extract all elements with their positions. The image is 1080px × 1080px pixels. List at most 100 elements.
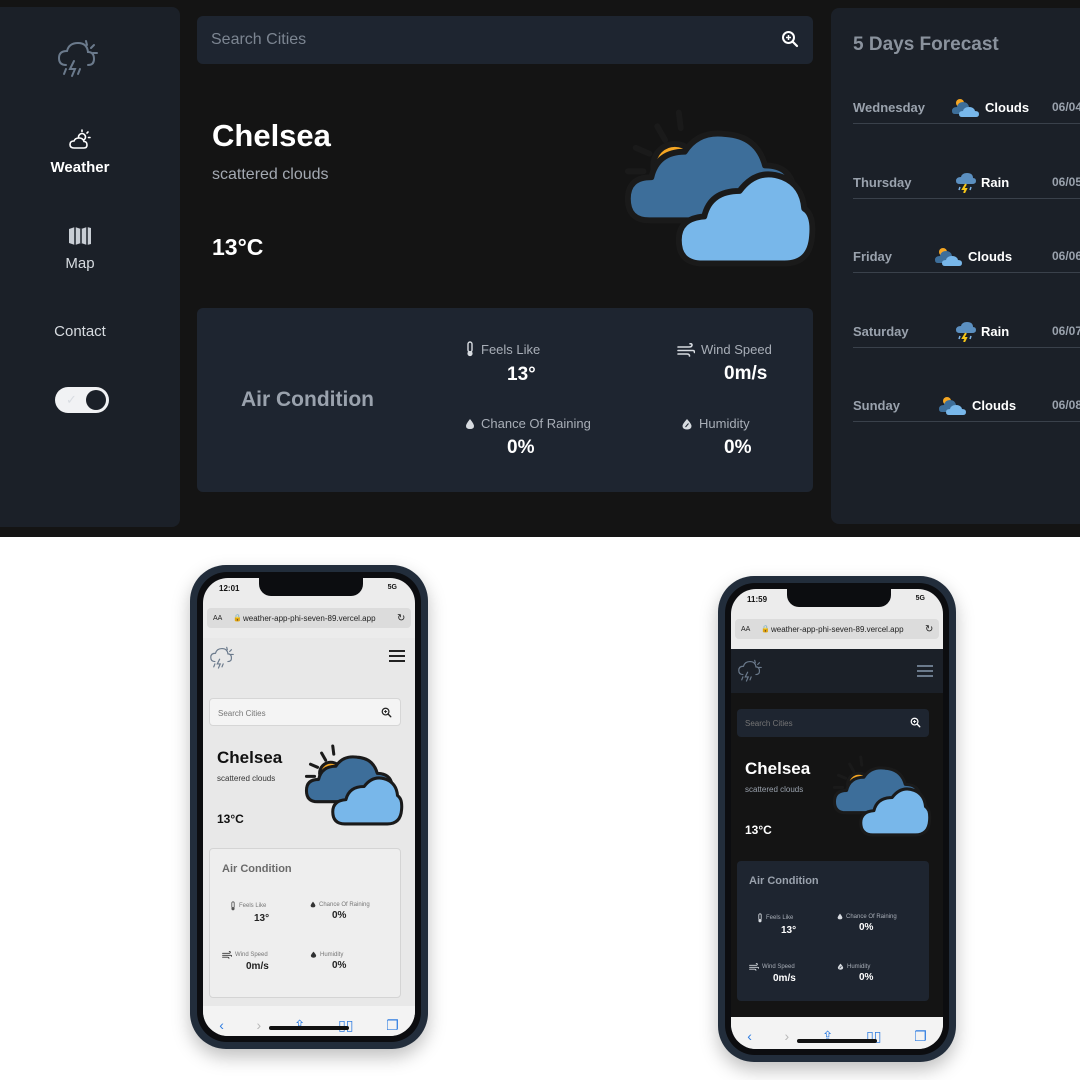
search-bar xyxy=(197,16,813,64)
search-input[interactable] xyxy=(745,715,885,731)
theme-toggle[interactable]: ✓ xyxy=(55,387,109,413)
search-icon[interactable] xyxy=(381,707,392,718)
status-time: 12:01 xyxy=(219,584,240,593)
search-input[interactable] xyxy=(211,26,751,54)
status-time: 11:59 xyxy=(747,595,768,604)
wind-icon xyxy=(677,343,695,357)
app-logo-icon[interactable] xyxy=(209,646,235,670)
metric-label: Wind Speed xyxy=(701,342,772,357)
phone-screen: 11:59 5G AA 🔒 weather-app-phi-seven-89.v… xyxy=(731,589,943,1049)
reader-aa-button[interactable]: AA xyxy=(213,615,233,622)
forecast-day: Sunday xyxy=(853,398,900,413)
metric-value: 0% xyxy=(507,437,535,458)
phone-notch xyxy=(787,589,891,607)
air-condition-title: Air Condition xyxy=(749,875,819,887)
forecast-day: Saturday xyxy=(853,324,909,339)
metric-label: Wind Speed xyxy=(762,964,795,970)
sidebar-item-contact[interactable]: Contact xyxy=(0,323,160,340)
reload-icon[interactable]: ↻ xyxy=(925,624,939,635)
forecast-condition: Clouds xyxy=(985,99,1030,115)
air-condition-panel: Air Condition Feels Like 13° Chance Of R… xyxy=(737,861,929,1001)
rain-icon xyxy=(955,171,977,193)
status-network: 5G xyxy=(915,595,925,602)
metric-label: Humidity xyxy=(847,963,871,970)
thermometer-icon xyxy=(757,913,763,923)
chance-of-raining-metric: Chance Of Raining 0% xyxy=(837,913,917,933)
reload-icon[interactable]: ↻ xyxy=(397,613,411,624)
back-icon[interactable]: ‹ xyxy=(219,1017,224,1033)
back-icon[interactable]: ‹ xyxy=(747,1028,752,1044)
air-condition-panel: Air Condition Feels Like 13° Chance Of R… xyxy=(209,848,401,998)
weather-description: scattered clouds xyxy=(745,785,804,794)
app-logo-icon[interactable] xyxy=(56,39,100,79)
share-icon[interactable]: ⇪ xyxy=(294,1017,306,1034)
metric-value: 0m/s xyxy=(246,961,269,972)
sidebar-item-weather[interactable]: Weather xyxy=(0,129,160,176)
chance-of-raining-metric: Chance Of Raining 0% xyxy=(465,416,615,459)
phone-light-mockup: 12:01 5G AA 🔒 weather-app-phi-seven-89.v… xyxy=(190,565,428,1049)
check-icon: ✓ xyxy=(66,392,77,407)
app-content: Chelsea scattered clouds 13°C Air Condit… xyxy=(203,638,415,1008)
app-content: Chelsea scattered clouds 13°C Air Condit… xyxy=(731,649,943,1017)
metric-value: 13° xyxy=(781,925,797,936)
forecast-row: Sunday Clouds 06/08 xyxy=(853,392,1080,422)
forward-icon[interactable]: › xyxy=(785,1028,790,1044)
metric-value: 0% xyxy=(724,437,752,458)
forecast-title: 5 Days Forecast xyxy=(853,34,999,55)
scattered-clouds-icon xyxy=(301,742,405,828)
forecast-condition: Clouds xyxy=(972,397,1017,413)
temperature: 13°C xyxy=(212,234,264,260)
wind-icon xyxy=(749,963,759,971)
air-condition-panel: Air Condition Feels Like 13° Wind Speed … xyxy=(197,308,813,492)
search-icon[interactable] xyxy=(781,30,799,48)
metric-label: Chance Of Raining xyxy=(846,913,897,920)
metric-value: 0% xyxy=(859,972,874,983)
reader-aa-button[interactable]: AA xyxy=(741,626,761,633)
tabs-icon[interactable]: ❐ xyxy=(386,1017,399,1034)
metric-value: 0% xyxy=(859,922,874,933)
screenshot-collage: Weather Map Contact ✓ Search Cities Chel… xyxy=(0,0,1080,1080)
metric-value: 13° xyxy=(507,364,536,385)
city-name: Chelsea xyxy=(745,759,811,778)
scattered-clouds-icon xyxy=(829,753,933,839)
forecast-day: Friday xyxy=(853,249,893,264)
search-icon[interactable] xyxy=(910,717,921,728)
lock-icon: 🔒 xyxy=(233,615,242,622)
app-logo-icon[interactable] xyxy=(737,659,763,683)
lock-icon: 🔒 xyxy=(761,626,770,633)
temperature: 13°C xyxy=(745,823,772,837)
humidity-icon xyxy=(681,418,693,430)
browser-toolbar: ‹ › ⇪ ▯▯ ❐ xyxy=(203,1006,415,1036)
sidebar-item-map[interactable]: Map xyxy=(0,225,160,272)
url-text: weather-app-phi-seven-89.vercel.app xyxy=(243,613,376,623)
forecast-day: Wednesday xyxy=(853,100,926,115)
humidity-icon xyxy=(310,951,317,958)
hamburger-menu-icon[interactable] xyxy=(917,665,933,677)
hamburger-menu-icon[interactable] xyxy=(389,650,405,662)
forecast-panel: 5 Days Forecast Wednesday Clouds 06/04 T… xyxy=(831,8,1080,524)
search-bar xyxy=(209,698,401,726)
url-bar[interactable]: AA 🔒 weather-app-phi-seven-89.vercel.app… xyxy=(735,619,939,639)
rain-icon xyxy=(955,320,977,342)
forecast-day: Thursday xyxy=(853,175,912,190)
metric-label: Humidity xyxy=(699,416,750,431)
forward-icon[interactable]: › xyxy=(257,1017,262,1033)
forecast-condition: Rain xyxy=(981,174,1010,190)
metric-value: 0% xyxy=(332,960,347,971)
wind-speed-metric: Wind Speed 0m/s xyxy=(677,342,827,385)
browser-toolbar: ‹ › ⇪ ▯▯ ❐ xyxy=(731,1017,943,1049)
metric-value: 13° xyxy=(254,913,270,924)
search-input[interactable] xyxy=(218,705,358,721)
metric-label: Feels Like xyxy=(239,903,267,909)
weather-description: scattered clouds xyxy=(217,774,276,783)
feels-like-metric: Feels Like 13° xyxy=(465,340,615,386)
bookmarks-icon[interactable]: ▯▯ xyxy=(338,1017,353,1034)
tabs-icon[interactable]: ❐ xyxy=(914,1028,927,1045)
url-bar[interactable]: AA 🔒 weather-app-phi-seven-89.vercel.app… xyxy=(207,608,411,628)
phone-screen: 12:01 5G AA 🔒 weather-app-phi-seven-89.v… xyxy=(203,578,415,1036)
thermometer-icon xyxy=(230,901,236,911)
humidity-icon xyxy=(837,963,844,970)
metric-value: 0m/s xyxy=(724,363,768,384)
map-icon xyxy=(69,227,91,245)
toggle-knob xyxy=(86,390,106,410)
